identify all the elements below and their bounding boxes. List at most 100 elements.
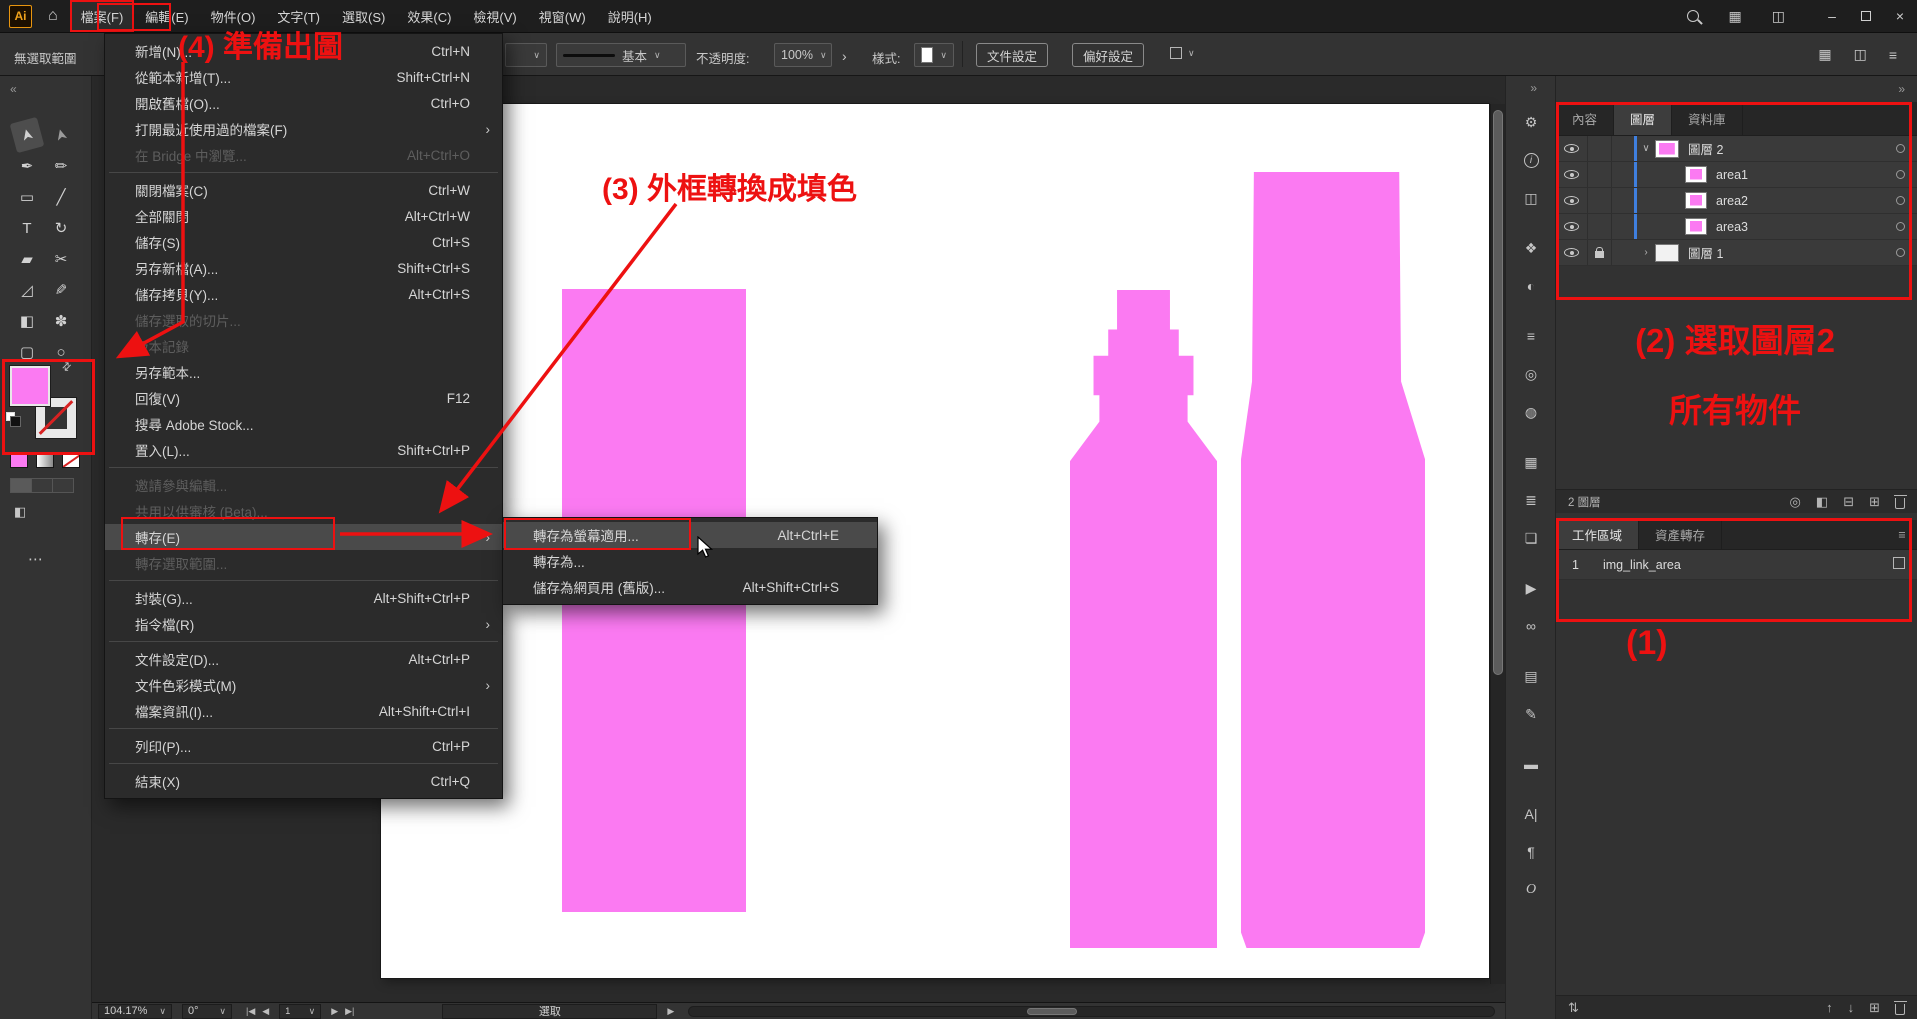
maximize-button[interactable] xyxy=(1849,0,1883,33)
target-circle-icon[interactable] xyxy=(1896,248,1905,257)
lock-toggle[interactable] xyxy=(1588,162,1612,187)
type-tool[interactable]: T xyxy=(12,214,42,242)
first-artboard-icon[interactable]: |◀ xyxy=(246,1006,255,1017)
stroke-profile-dropdown[interactable]: ∨ xyxy=(505,43,547,67)
next-artboard-icon[interactable]: ▶ xyxy=(331,1006,338,1017)
layer-thumbnail[interactable] xyxy=(1655,244,1679,262)
rectangle-tool[interactable]: ▭ xyxy=(12,183,42,211)
horizontal-scrollbar[interactable] xyxy=(688,1006,1495,1017)
pink-bottle-large-shape[interactable] xyxy=(1241,172,1425,948)
panel-tab[interactable]: 圖層 xyxy=(1614,102,1672,135)
menu-item[interactable]: 效果(C) xyxy=(396,0,462,32)
artboard-row[interactable]: 1 img_link_area xyxy=(1556,550,1917,580)
document-setup-button[interactable]: 文件設定 xyxy=(976,43,1048,67)
new-layer-icon[interactable]: ⊞ xyxy=(1869,494,1880,510)
rotation-dropdown[interactable]: 0° ∨ xyxy=(182,1004,232,1019)
document-layout-icon[interactable]: ◫ xyxy=(1854,46,1867,63)
layer-row[interactable]: › 圖層 1 xyxy=(1556,240,1917,266)
expand-chevron-icon[interactable]: › xyxy=(1637,247,1655,258)
file-menu-item[interactable]: 在 Bridge 中瀏覽... Alt+Ctrl+O xyxy=(105,142,502,168)
panel-tab[interactable]: 內容 xyxy=(1556,102,1614,135)
eyedropper-tool[interactable]: ✎ xyxy=(46,276,76,304)
move-down-icon[interactable]: ↓ xyxy=(1848,1000,1855,1015)
color-icon[interactable]: ◐ xyxy=(1506,274,1556,298)
file-menu-item[interactable]: 回復(V) F12 xyxy=(105,385,502,411)
collapse-toolbar-icon[interactable]: « xyxy=(10,82,17,96)
current-tool-indicator[interactable]: 選取 xyxy=(442,1004,657,1019)
target-circle-icon[interactable] xyxy=(1896,144,1905,153)
file-menu-item[interactable]: 從範本新增(T)... Shift+Ctrl+N xyxy=(105,64,502,90)
layer-thumbnail[interactable] xyxy=(1685,166,1707,183)
scale-tool[interactable]: ◿ xyxy=(12,276,42,304)
artboards-icon[interactable]: ◫ xyxy=(1506,186,1556,210)
file-menu-item[interactable]: 另存新檔(A)... Shift+Ctrl+S xyxy=(105,255,502,281)
file-menu-item[interactable]: 另存範本... xyxy=(105,359,502,385)
gradient-icon[interactable]: ▬ xyxy=(1506,752,1556,776)
selection-tool[interactable]: ➤ xyxy=(10,117,45,153)
vertical-scrollbar-thumb[interactable] xyxy=(1493,110,1503,675)
fill-swatch[interactable] xyxy=(10,366,50,406)
panel-menu-icon[interactable]: ≡ xyxy=(1889,46,1897,63)
screen-mode-icon[interactable]: ◧ xyxy=(14,504,26,520)
artboard-number-dropdown[interactable]: 1 ∨ xyxy=(279,1004,321,1019)
gear-icon[interactable]: ⚙ xyxy=(1506,110,1556,134)
close-button[interactable]: × xyxy=(1883,0,1917,33)
preferences-button[interactable]: 偏好設定 xyxy=(1072,43,1144,67)
links-icon[interactable]: ∞ xyxy=(1506,614,1556,638)
file-menu-item[interactable]: 搜尋 Adobe Stock... xyxy=(105,411,502,437)
symbol-sprayer-tool[interactable]: ✽ xyxy=(46,307,76,335)
horizontal-scrollbar-thumb[interactable] xyxy=(1027,1008,1077,1015)
workspace-switcher-icon[interactable]: ◫ xyxy=(1772,8,1785,25)
reorder-icon[interactable]: ⇅ xyxy=(1568,1000,1579,1016)
layer-row[interactable]: ∨ 圖層 2 xyxy=(1556,136,1917,162)
layer-name[interactable]: 圖層 2 xyxy=(1688,139,1723,158)
target-circle-icon[interactable] xyxy=(1896,196,1905,205)
locate-object-icon[interactable]: ◎ xyxy=(1790,494,1801,510)
layer-row[interactable]: area3 xyxy=(1556,214,1917,240)
default-swatches-icon[interactable] xyxy=(6,412,15,421)
arrange-documents-icon[interactable]: ▦ xyxy=(1818,46,1831,63)
menu-item[interactable]: 視窗(W) xyxy=(528,0,597,32)
file-menu-item[interactable]: 儲存(S) Ctrl+S xyxy=(105,229,502,255)
target-circle-icon[interactable] xyxy=(1896,222,1905,231)
last-artboard-icon[interactable]: ▶| xyxy=(345,1006,354,1017)
layer-thumbnail[interactable] xyxy=(1685,218,1707,235)
vertical-scrollbar[interactable] xyxy=(1490,104,1505,984)
color-button[interactable] xyxy=(10,452,28,468)
file-menu-item[interactable]: 指令檔(R) › xyxy=(105,611,502,637)
panel-tab[interactable]: 資產轉存 xyxy=(1639,520,1722,549)
artboard-tool[interactable]: ▢ xyxy=(12,338,42,366)
file-menu-item[interactable]: 置入(L)... Shift+Ctrl+P xyxy=(105,437,502,463)
expand-panels-icon[interactable]: » xyxy=(1530,81,1537,95)
submenu-item[interactable]: 儲存為網頁用 (舊版)... Alt+Shift+Ctrl+S xyxy=(503,574,877,600)
layer-name[interactable]: 圖層 1 xyxy=(1688,243,1723,262)
file-menu-item[interactable]: 檔案資訊(I)... Alt+Shift+Ctrl+I xyxy=(105,698,502,724)
minimize-button[interactable]: – xyxy=(1815,0,1849,33)
file-menu-item[interactable]: 版本記錄 xyxy=(105,333,502,359)
file-menu-item[interactable]: 關閉檔案(C) Ctrl+W xyxy=(105,177,502,203)
move-up-icon[interactable]: ↑ xyxy=(1826,1000,1833,1015)
scissors-tool[interactable]: ✂ xyxy=(46,245,76,273)
artboard-icon[interactable] xyxy=(1893,557,1905,572)
paragraph-icon[interactable]: ¶ xyxy=(1506,840,1556,864)
file-menu-item[interactable]: 轉存(E) › xyxy=(105,524,502,550)
panel-tab[interactable]: 工作區域 xyxy=(1556,520,1639,549)
lock-toggle[interactable] xyxy=(1588,136,1612,161)
prev-artboard-icon[interactable]: ◀ xyxy=(262,1006,269,1017)
libraries-icon[interactable]: ❏ xyxy=(1506,526,1556,550)
search-icon[interactable] xyxy=(1687,10,1699,22)
align-icon[interactable]: ≣ xyxy=(1506,488,1556,512)
status-play-icon[interactable]: ▶ xyxy=(667,1006,674,1017)
swatches-icon[interactable]: ▦ xyxy=(1506,450,1556,474)
panel-tab[interactable]: 資料庫 xyxy=(1672,102,1743,135)
collapse-panels-icon[interactable]: » xyxy=(1898,82,1905,96)
brushes-icon[interactable]: ✎ xyxy=(1506,702,1556,726)
rotate-tool[interactable]: ↻ xyxy=(46,214,76,242)
appearance-icon[interactable]: ◍ xyxy=(1506,400,1556,424)
more-tools-icon[interactable]: ⋯ xyxy=(28,550,44,568)
shape-builder-tool[interactable]: ◧ xyxy=(12,307,42,335)
pathfinder-icon[interactable]: ◎ xyxy=(1506,362,1556,386)
line-segment-tool[interactable]: ╱ xyxy=(46,183,76,211)
file-menu-item[interactable]: 共用以供審核 (Beta)... xyxy=(105,498,502,524)
new-sublayer-icon[interactable]: ⊟ xyxy=(1843,494,1854,510)
